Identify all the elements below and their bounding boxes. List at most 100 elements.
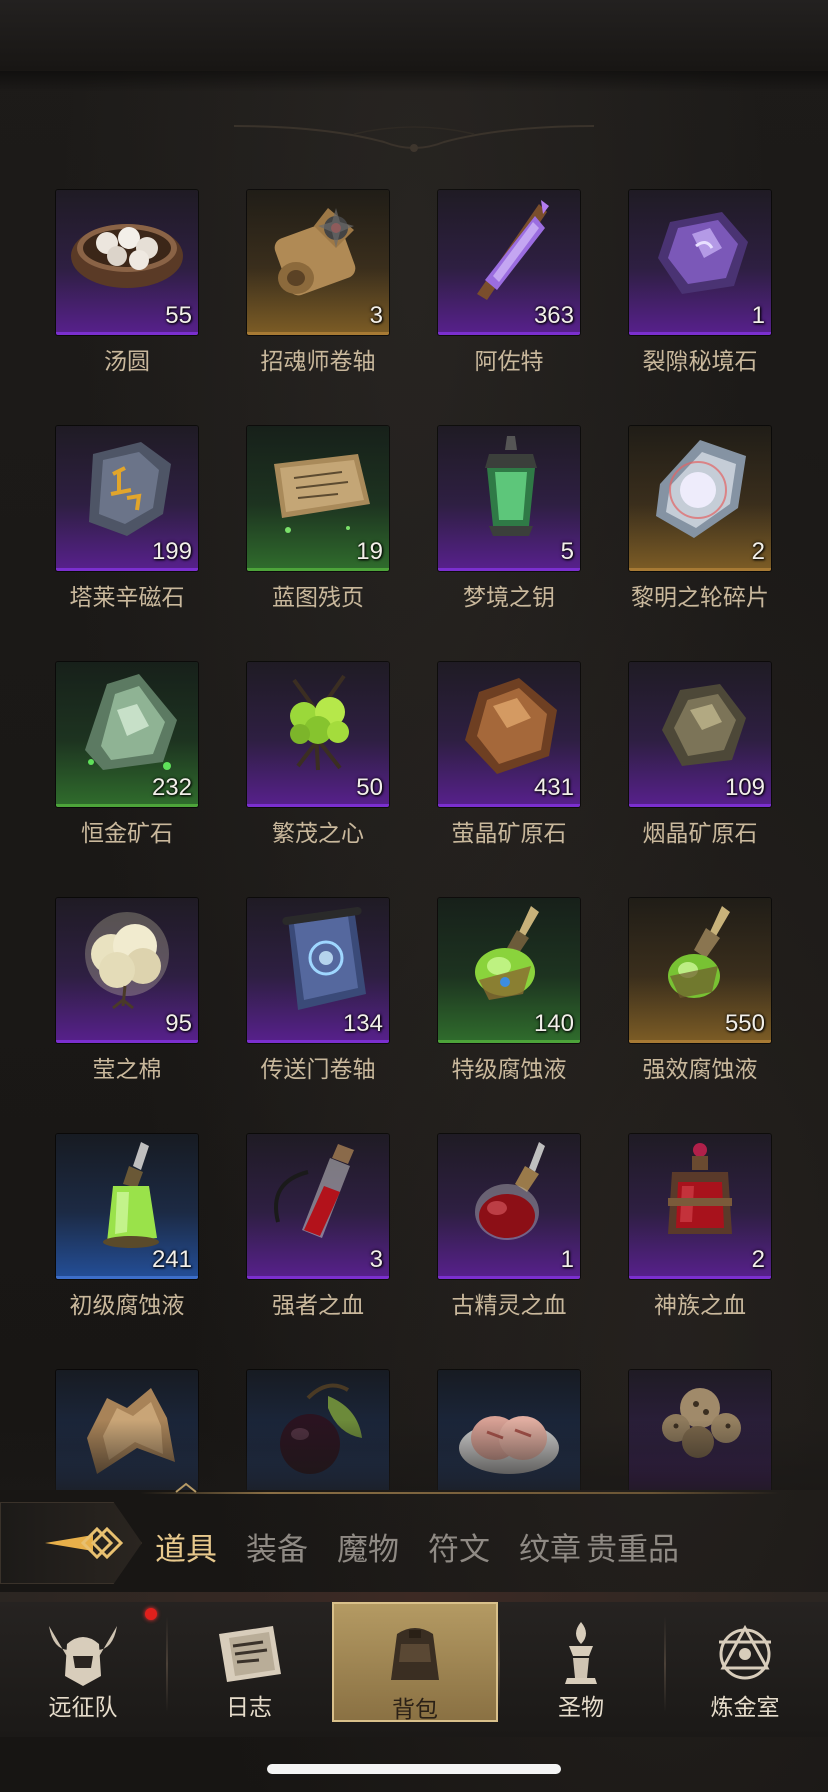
item-count: 550	[724, 1010, 765, 1037]
green-potion-icon	[475, 906, 539, 1000]
tab-items[interactable]: 道具	[155, 1524, 217, 1569]
nav-backpack[interactable]: 背包	[332, 1602, 498, 1723]
scroll-up-indicator-icon	[175, 1482, 197, 1493]
item-frame: 232	[56, 662, 198, 807]
item-frame: 19	[247, 426, 389, 571]
item-name: 繁茂之心	[272, 821, 364, 847]
item-name: 黎明之轮碎片	[631, 585, 769, 611]
item-name: 烟晶矿原石	[642, 821, 758, 847]
nav-label: 远征队	[48, 1695, 118, 1721]
blood-vial-icon	[274, 1144, 354, 1238]
blood-flask-icon	[475, 1142, 545, 1240]
horned-helmet-icon	[49, 1626, 117, 1686]
inventory-item[interactable]: 55 汤圆	[56, 190, 198, 376]
item-name: 招魂师卷轴	[260, 349, 376, 375]
shard-icon	[656, 440, 746, 538]
inventory-item[interactable]: 232 恒金矿石	[56, 662, 198, 848]
item-count: 134	[342, 1010, 383, 1037]
item-name: 莹之棉	[92, 1057, 162, 1083]
inventory-item[interactable]: 1 裂隙秘境石	[629, 190, 771, 376]
item-name: 汤圆	[104, 349, 150, 375]
inventory-item[interactable]: 140 特级腐蚀液	[438, 898, 580, 1084]
tab-monsters[interactable]: 魔物	[337, 1524, 399, 1569]
green-ore-icon	[85, 674, 177, 770]
amber-ore-icon	[465, 678, 557, 774]
inventory-item[interactable]: 134 传送门卷轴	[247, 898, 389, 1084]
nav-alchemy[interactable]: 炼金室	[662, 1602, 828, 1722]
tab-equipment[interactable]: 装备	[246, 1524, 308, 1569]
inventory-item[interactable]: 2 黎明之轮碎片	[629, 426, 771, 612]
nav-label: 日志	[226, 1695, 272, 1721]
item-name: 阿佐特	[474, 349, 544, 375]
item-name: 蓝图残页	[272, 585, 364, 611]
item-count: 19	[356, 538, 383, 565]
item-name: 塔莱辛磁石	[69, 585, 185, 611]
inventory-item[interactable]: 19 蓝图残页	[247, 426, 389, 612]
inventory-item[interactable]: 109 烟晶矿原石	[629, 662, 771, 848]
inventory-item[interactable]: 3 强者之血	[247, 1134, 389, 1320]
inventory-item[interactable]: 50 繁茂之心	[247, 662, 389, 848]
portal-scroll-icon	[282, 906, 366, 1010]
purple-crystal-icon	[477, 200, 549, 300]
tangyuan-bowl-icon	[71, 224, 183, 288]
item-count: 5	[560, 538, 574, 565]
item-count: 232	[151, 774, 192, 801]
item-name: 恒金矿石	[81, 821, 173, 847]
item-frame: 109	[629, 662, 771, 807]
inventory-item[interactable]: 1 古精灵之血	[438, 1134, 580, 1320]
relic-icon	[565, 1622, 597, 1684]
backpack-icon	[391, 1628, 439, 1680]
rune-rock-icon	[89, 442, 171, 536]
tab-runes[interactable]: 符文	[428, 1524, 490, 1569]
item-name: 裂隙秘境石	[642, 349, 758, 375]
tab-emblems[interactable]: 纹章	[519, 1524, 581, 1569]
home-indicator[interactable]	[267, 1764, 561, 1774]
item-count: 55	[165, 302, 192, 329]
plant-heart-icon	[290, 674, 349, 771]
inventory-item[interactable]: 241 初级腐蚀液	[56, 1134, 198, 1320]
inventory-grid: 55 汤圆 3 招魂师卷轴 363 阿佐特 1 裂隙秘境石 199 塔莱辛磁石 …	[0, 0, 828, 1490]
item-frame: 3	[247, 190, 389, 335]
scroll-icon	[274, 208, 356, 296]
item-frame: 55	[56, 190, 198, 335]
inventory-item[interactable]: 550 强效腐蚀液	[629, 898, 771, 1084]
item-count: 1	[560, 1246, 574, 1273]
nav-journal[interactable]: 日志	[166, 1602, 332, 1722]
small-green-potion-icon	[103, 1142, 159, 1248]
inventory-item[interactable]: 2 神族之血	[629, 1134, 771, 1320]
amethyst-stone-icon	[658, 212, 748, 294]
item-count: 95	[165, 1010, 192, 1037]
item-frame: 2	[629, 426, 771, 571]
journal-icon	[219, 1626, 281, 1682]
inventory-item[interactable]: 95 莹之棉	[56, 898, 198, 1084]
item-frame: 363	[438, 190, 580, 335]
item-frame: 5	[438, 426, 580, 571]
tab-valuables[interactable]: 贵重品	[586, 1524, 679, 1569]
inventory-item[interactable]: 3 招魂师卷轴	[247, 190, 389, 376]
item-count: 2	[751, 538, 765, 565]
nav-label: 炼金室	[710, 1695, 780, 1721]
back-arrow-icon	[45, 1526, 124, 1560]
item-frame: 95	[56, 898, 198, 1043]
nav-relics[interactable]: 圣物	[498, 1602, 664, 1722]
item-name: 神族之血	[654, 1293, 746, 1319]
item-name: 特级腐蚀液	[451, 1057, 567, 1083]
item-frame: 199	[56, 426, 198, 571]
item-frame: 140	[438, 898, 580, 1043]
inventory-item[interactable]: 431 萤晶矿原石	[438, 662, 580, 848]
nav-expedition[interactable]: 远征队	[0, 1602, 166, 1722]
tab-divider	[140, 1492, 780, 1494]
item-frame: 1	[629, 190, 771, 335]
item-name: 强者之血	[272, 1293, 364, 1319]
back-button[interactable]	[0, 1502, 142, 1584]
inventory-item[interactable]: 199 塔莱辛磁石	[56, 426, 198, 612]
inventory-item[interactable]: 5 梦境之钥	[438, 426, 580, 612]
nav-label: 圣物	[558, 1695, 604, 1721]
item-frame: 50	[247, 662, 389, 807]
bottom-navbar: 远征队 日志 背包 圣物 炼金室	[0, 1592, 828, 1737]
inventory-item[interactable]: 363 阿佐特	[438, 190, 580, 376]
item-count: 1	[751, 302, 765, 329]
category-tabbar: 道具 装备 魔物 符文 纹章 贵重品	[0, 1482, 828, 1600]
item-count: 431	[533, 774, 574, 801]
item-frame: 3	[247, 1134, 389, 1279]
